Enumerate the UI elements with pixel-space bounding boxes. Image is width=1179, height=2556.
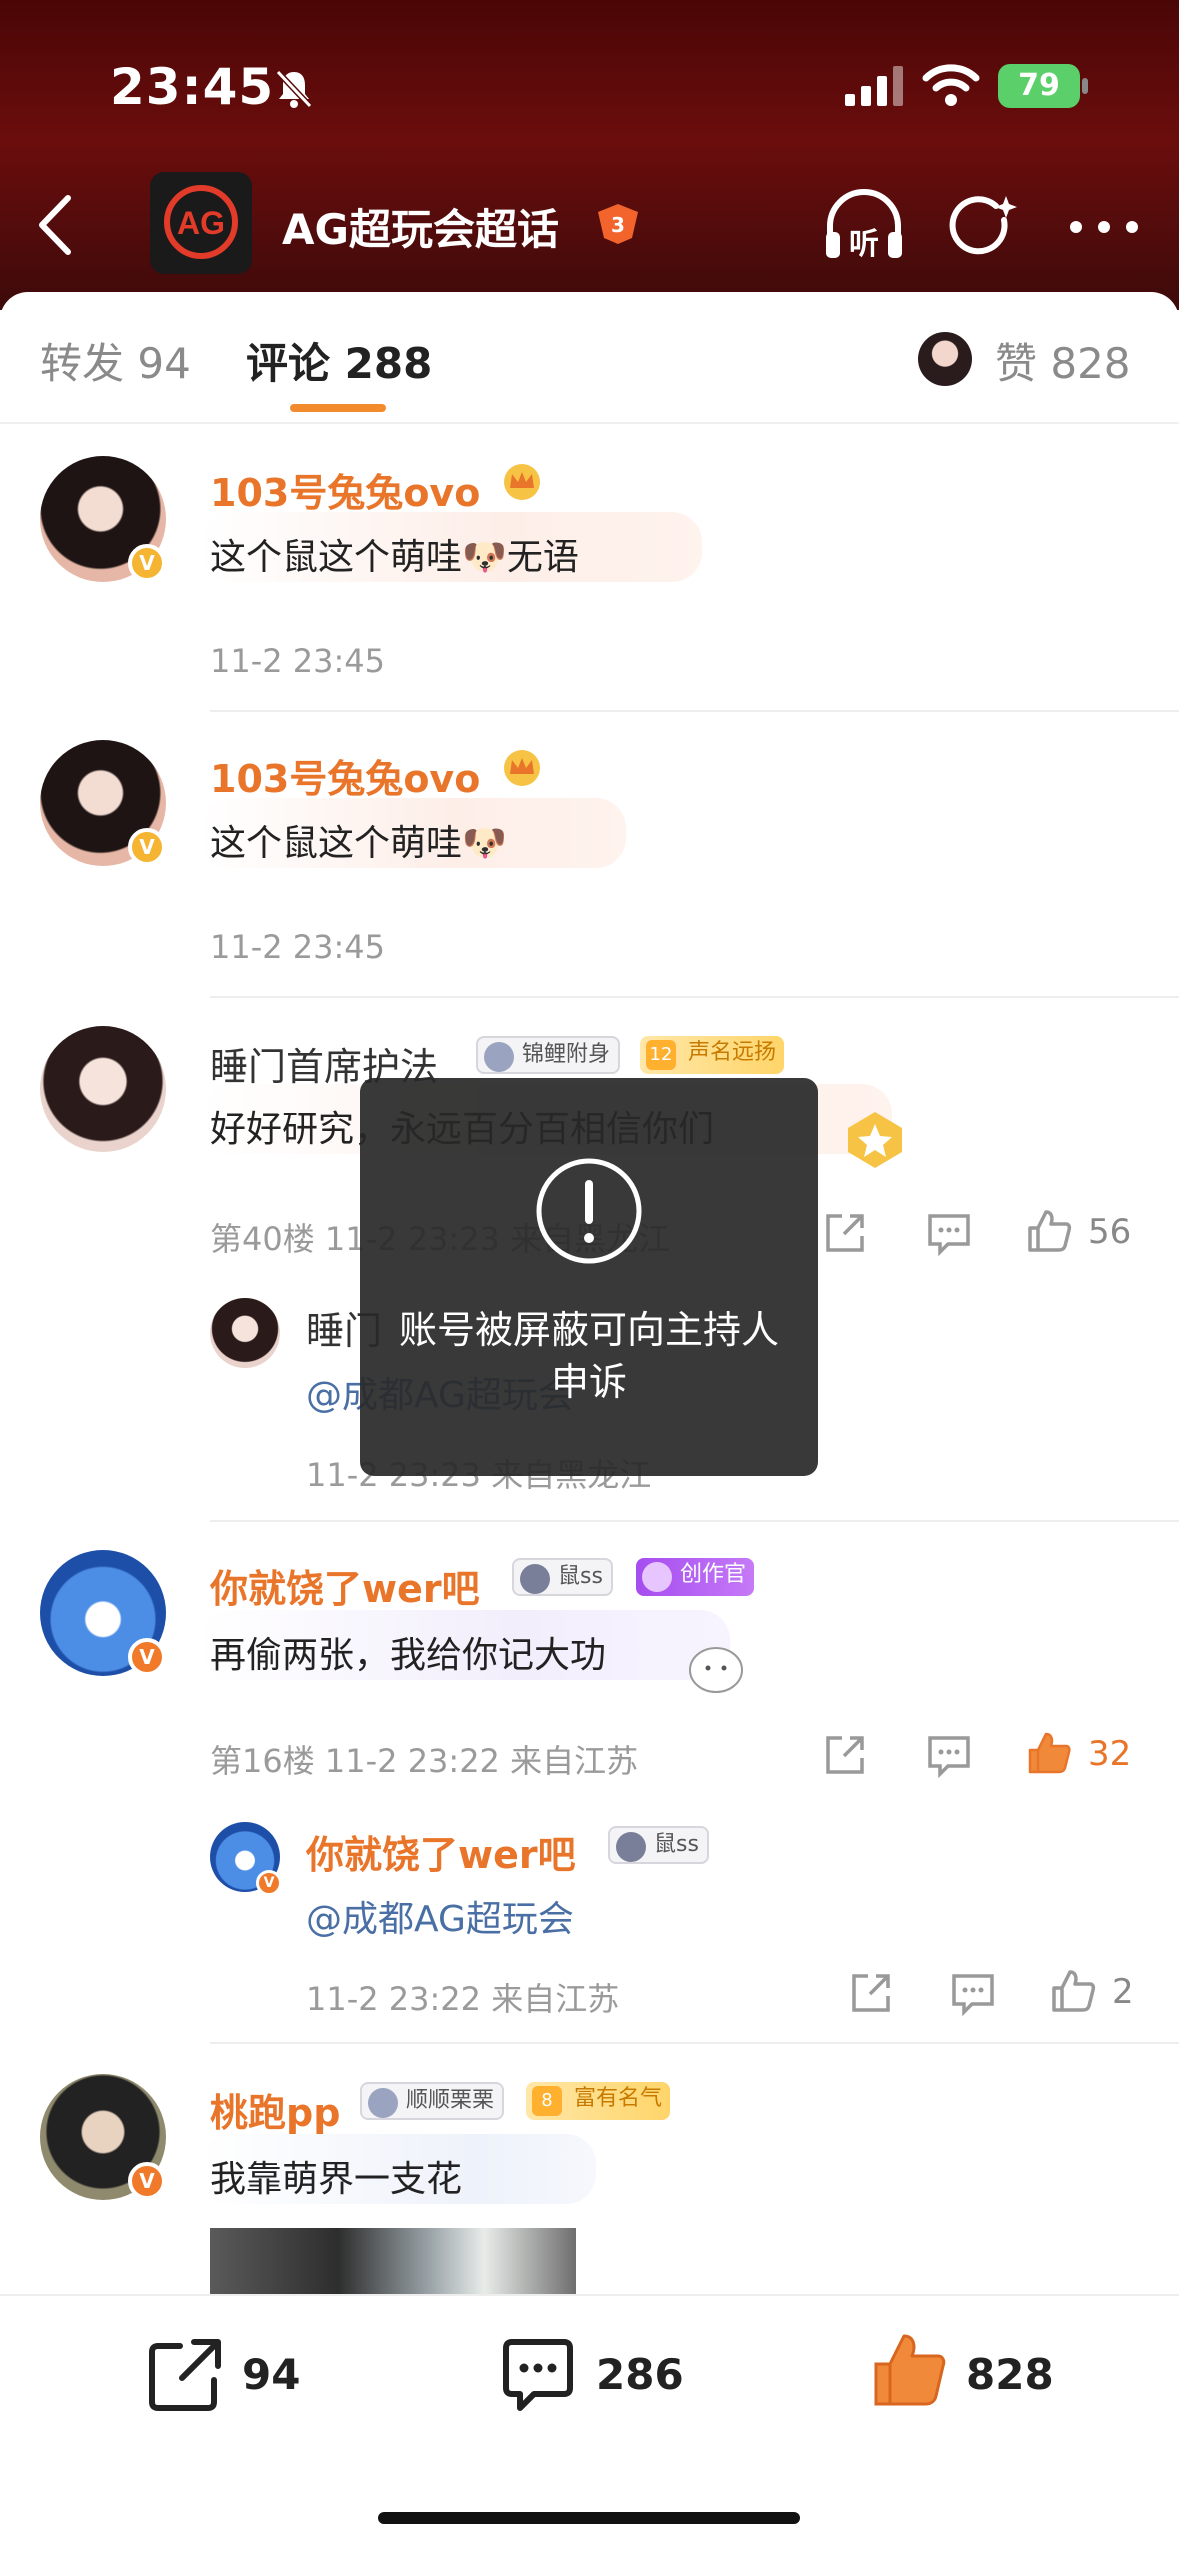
liked-icon[interactable] (1026, 1730, 1072, 1776)
fan-tag[interactable]: 鼠ss (512, 1558, 613, 1596)
creator-tag[interactable]: 创作官 (636, 1558, 755, 1596)
verified-badge-icon: V (128, 1638, 166, 1676)
status-time: 23:45 (110, 58, 275, 116)
comment-icon[interactable] (926, 1732, 972, 1778)
crown-icon (504, 750, 540, 786)
back-icon[interactable] (28, 190, 88, 260)
ag-logo-icon: AG (164, 185, 238, 259)
bear-sticker-icon (689, 1647, 743, 1693)
comment-text[interactable]: 再偷两张，我给你记大功 (210, 1626, 606, 1678)
like-icon[interactable] (1026, 1208, 1072, 1254)
wifi-icon (922, 64, 980, 106)
fame-tag[interactable]: 12 声名远扬 (640, 1036, 785, 1074)
reply-username[interactable]: 你就饶了wer吧 (306, 1824, 576, 1879)
more-options-icon[interactable] (1064, 212, 1144, 242)
divider (210, 710, 1179, 712)
fan-tag[interactable]: 鼠ss (608, 1826, 709, 1864)
svg-text:听: 听 (849, 227, 879, 262)
comment-count[interactable]: 286 (596, 2350, 684, 2399)
tabs-divider (0, 422, 1179, 424)
level-badge-icon: 3 (598, 204, 638, 244)
smile-icon (616, 1832, 646, 1862)
comment-text[interactable]: 我靠萌界一支花 (210, 2150, 462, 2202)
divider (210, 996, 1179, 998)
like-icon[interactable] (1050, 1968, 1096, 2014)
comment-text[interactable]: 这个鼠这个萌哇🐶无语 (210, 528, 579, 580)
smile-icon (520, 1564, 550, 1594)
verified-badge-icon: V (128, 2162, 166, 2200)
verified-badge-icon: V (128, 544, 166, 582)
comment-time: 11-2 23:45 (210, 642, 386, 680)
fame-tag[interactable]: 8 富有名气 (526, 2082, 671, 2120)
blocked-toast: 账号被屏蔽可向主持人申诉 (360, 1078, 818, 1476)
share-icon[interactable] (848, 1970, 894, 2016)
svg-text:3: 3 (611, 213, 625, 237)
comment-time: 11-2 23:45 (210, 928, 386, 966)
medallion-icon (368, 2088, 398, 2118)
home-indicator (378, 2512, 800, 2524)
page-title: AG超玩会超话 (282, 205, 559, 254)
like-count: 56 (1088, 1212, 1132, 1252)
comment-username[interactable]: 103号兔兔ovo (210, 462, 480, 517)
comment-meta: 第16楼 11-2 23:22 来自江苏 (210, 1742, 639, 1780)
comment-username[interactable]: 你就饶了wer吧 (210, 1558, 480, 1613)
comment-icon[interactable] (926, 1210, 972, 1256)
comment-icon[interactable] (950, 1970, 996, 2016)
comment-bubble-icon[interactable] (498, 2334, 578, 2414)
share-icon[interactable] (822, 1210, 868, 1256)
comment-image[interactable] (210, 2228, 576, 2294)
thumbs-up-icon[interactable] (870, 2330, 950, 2410)
svg-text:AG: AG (177, 205, 225, 241)
battery-cap (1082, 78, 1088, 94)
tab-comments[interactable]: 评论 288 (246, 330, 432, 391)
like-count: 32 (1088, 1734, 1132, 1774)
tab-active-indicator (290, 404, 386, 412)
repost-count[interactable]: 94 (242, 2350, 300, 2399)
headphones-listen-icon[interactable]: 听 (820, 186, 908, 266)
repost-icon[interactable] (146, 2334, 226, 2414)
tab-repost[interactable]: 转发 94 (40, 330, 191, 391)
signal-icon (845, 66, 903, 106)
battery-indicator: 79 (998, 64, 1080, 108)
comment-username[interactable]: 103号兔兔ovo (210, 748, 480, 803)
share-icon[interactable] (822, 1732, 868, 1778)
verified-badge-icon: V (256, 1870, 282, 1896)
community-logo[interactable]: AG (150, 172, 252, 274)
reply-mention[interactable]: @成都AG超玩会 (306, 1890, 574, 1942)
comment-username[interactable]: 桃跑pp (210, 2082, 340, 2137)
fame-level-icon: 8 (532, 2086, 562, 2116)
like-count: 2 (1112, 1972, 1134, 2012)
divider (210, 1520, 1179, 1522)
liker-avatar[interactable] (918, 332, 972, 386)
mute-bell-icon (275, 69, 313, 109)
fan-tag[interactable]: 锦鲤附身 (476, 1036, 621, 1074)
like-total[interactable]: 828 (966, 2350, 1054, 2399)
exclamation-circle-icon (536, 1158, 642, 1264)
koi-icon (484, 1042, 514, 1072)
refresh-sparkle-icon[interactable] (946, 190, 1022, 266)
fame-level-icon: 12 (646, 1040, 676, 1070)
tab-likes[interactable]: 赞 828 (995, 330, 1131, 391)
verified-badge-icon: V (128, 828, 166, 866)
reply-avatar[interactable] (210, 1298, 280, 1368)
toast-message: 账号被屏蔽可向主持人申诉 (398, 1308, 779, 1404)
comment-text[interactable]: 这个鼠这个萌哇🐶 (210, 814, 507, 866)
crown-icon (504, 464, 540, 500)
creator-icon (642, 1562, 672, 1592)
fan-tag[interactable]: 顺顺栗栗 (360, 2082, 505, 2120)
divider (210, 2042, 1179, 2044)
reply-meta: 11-2 23:22 来自江苏 (306, 1980, 620, 2018)
medal-sticker-icon (848, 1112, 902, 1168)
user-avatar[interactable] (40, 1026, 166, 1152)
